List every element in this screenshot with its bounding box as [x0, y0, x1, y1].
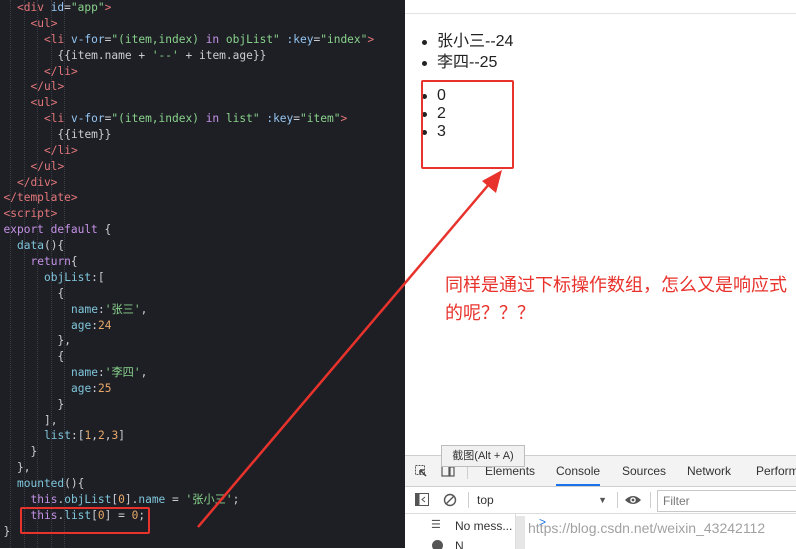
console-toolbar: top ▼ Filter [405, 487, 796, 514]
live-expression-eye-icon[interactable] [624, 493, 642, 507]
dropdown-arrow-icon: ▼ [598, 495, 607, 505]
list-icon: ☰ [431, 519, 441, 531]
sidebar-toggle-icon[interactable] [415, 493, 429, 506]
tab-performance[interactable]: Perform [756, 456, 796, 486]
toolbar-separator [468, 492, 469, 508]
screenshot-tooltip: 截图(Alt + A) [441, 445, 525, 467]
annotation-text: 同样是通过下标操作数组，怎么又是响应式的呢？？？ [445, 275, 787, 324]
tab-console[interactable]: Console [556, 456, 601, 486]
tab-sources[interactable]: Sources [622, 456, 666, 486]
sidebar-scrollbar[interactable] [516, 516, 525, 549]
messages-sidebar-item[interactable]: ☰ No mess... N [405, 514, 516, 549]
watermark: https://blog.csdn.net/weixin_43242112 [528, 520, 766, 536]
context-select[interactable]: top ▼ [475, 490, 607, 510]
filter-input[interactable]: Filter [657, 490, 796, 512]
toolbar-separator [650, 492, 651, 508]
context-select-value: top [477, 493, 494, 507]
clear-console-icon[interactable] [443, 493, 457, 507]
filter-placeholder: Filter [663, 494, 690, 508]
messages-label: No mess... [455, 519, 513, 533]
toolbar-separator [617, 492, 618, 508]
tab-network[interactable]: Network [687, 456, 731, 486]
inspect-icon[interactable] [415, 464, 427, 477]
